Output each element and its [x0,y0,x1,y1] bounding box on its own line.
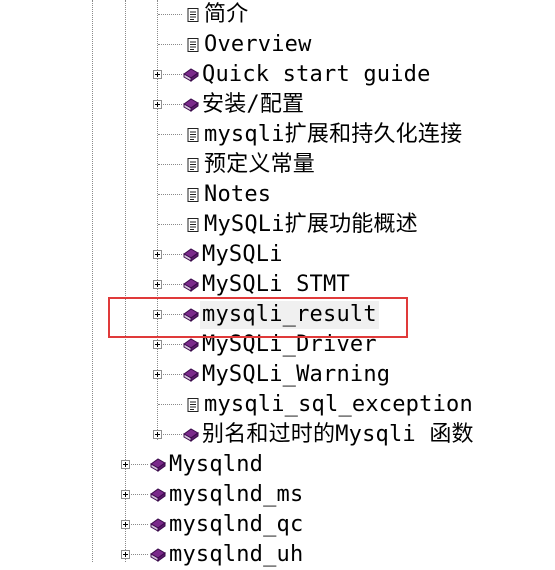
tree-item-label: 预定义常量 [204,152,316,177]
tree-item-quick-start-guide[interactable]: Quick start guide [183,60,431,90]
book-icon [150,457,166,473]
expand-toggle[interactable] [153,70,162,79]
tree-guide-line-level1 [125,0,126,562]
tree-item-label: MySQLi扩展功能概述 [204,212,418,237]
tree-connector [158,164,182,165]
tree-connector [158,224,182,225]
book-icon [183,367,199,383]
tree-item-mysqlnd-qc[interactable]: mysqlnd_qc [150,510,303,540]
page-icon [185,187,201,203]
expand-toggle[interactable] [153,340,162,349]
expand-toggle[interactable] [153,310,162,319]
tree-item-label: mysqlnd_uh [169,542,304,567]
help-contents-tree[interactable]: 简介 Overview Quick start guide 安装/配置 mysq… [0,0,555,567]
tree-item-mysqli-driver[interactable]: MySQLi_Driver [183,330,377,360]
tree-item-aliases-deprecated[interactable]: 别名和过时的Mysqli 函数 [183,420,474,450]
tree-item-label: MySQLi_Driver [202,332,377,357]
tree-item-mysqlnd-uh[interactable]: mysqlnd_uh [150,540,303,570]
tree-item-install-config[interactable]: 安装/配置 [183,90,304,120]
tree-connector [158,44,182,45]
expand-toggle[interactable] [121,460,130,469]
tree-guide-line-level0 [92,0,93,562]
tree-item-label: 简介 [204,2,249,27]
expand-toggle[interactable] [153,250,162,259]
tree-connector [158,14,182,15]
page-icon [185,157,201,173]
tree-item-label: mysqlnd_qc [169,512,304,537]
tree-item-intro[interactable]: 简介 [185,0,248,30]
expand-toggle[interactable] [121,520,130,529]
tree-item-label: Quick start guide [202,62,431,87]
tree-item-label: Overview [204,32,312,57]
page-icon [185,217,201,233]
book-icon [183,307,199,323]
tree-item-mysqli-result[interactable]: mysqli_result [183,300,379,330]
tree-item-label: mysqli_sql_exception [204,392,473,417]
tree-item-label: Notes [204,182,272,207]
tree-item-persistent-connections[interactable]: mysqli扩展和持久化连接 [185,120,462,150]
expand-toggle[interactable] [153,370,162,379]
expand-toggle[interactable] [153,280,162,289]
book-icon [150,487,166,503]
tree-item-label: MySQLi [202,242,283,267]
book-icon [183,67,199,83]
tree-item-label-selected: mysqli_result [200,301,379,329]
tree-item-label: mysqli扩展和持久化连接 [204,122,463,147]
tree-item-overview[interactable]: Overview [185,30,312,60]
expand-toggle[interactable] [153,100,162,109]
tree-connector [158,194,182,195]
tree-item-notes[interactable]: Notes [185,180,271,210]
book-icon [150,547,166,563]
book-icon [183,427,199,443]
tree-item-label: Mysqlnd [169,452,264,477]
tree-item-mysqlnd-ms[interactable]: mysqlnd_ms [150,480,303,510]
book-icon [183,277,199,293]
expand-toggle[interactable] [121,550,130,559]
tree-connector [158,404,182,405]
book-icon [183,337,199,353]
page-icon [185,37,201,53]
tree-item-label: MySQLi STMT [202,272,350,297]
page-icon [185,127,201,143]
tree-connector [158,134,182,135]
tree-item-mysqli-warning[interactable]: MySQLi_Warning [183,360,390,390]
expand-toggle[interactable] [153,430,162,439]
tree-item-mysqli-stmt[interactable]: MySQLi STMT [183,270,350,300]
book-icon [183,97,199,113]
expand-toggle[interactable] [121,490,130,499]
tree-item-label: mysqlnd_ms [169,482,304,507]
tree-item-mysqli[interactable]: MySQLi [183,240,283,270]
book-icon [183,247,199,263]
tree-item-label: 安装/配置 [202,92,305,117]
page-icon [185,397,201,413]
tree-item-mysqlnd[interactable]: Mysqlnd [150,450,263,480]
tree-item-label: MySQLi_Warning [202,362,391,387]
tree-item-label: 别名和过时的Mysqli 函数 [202,422,474,447]
tree-item-predefined-constants[interactable]: 预定义常量 [185,150,315,180]
page-icon [185,7,201,23]
tree-item-mysqli-sql-exception[interactable]: mysqli_sql_exception [185,390,473,420]
tree-item-feature-overview[interactable]: MySQLi扩展功能概述 [185,210,418,240]
book-icon [150,517,166,533]
